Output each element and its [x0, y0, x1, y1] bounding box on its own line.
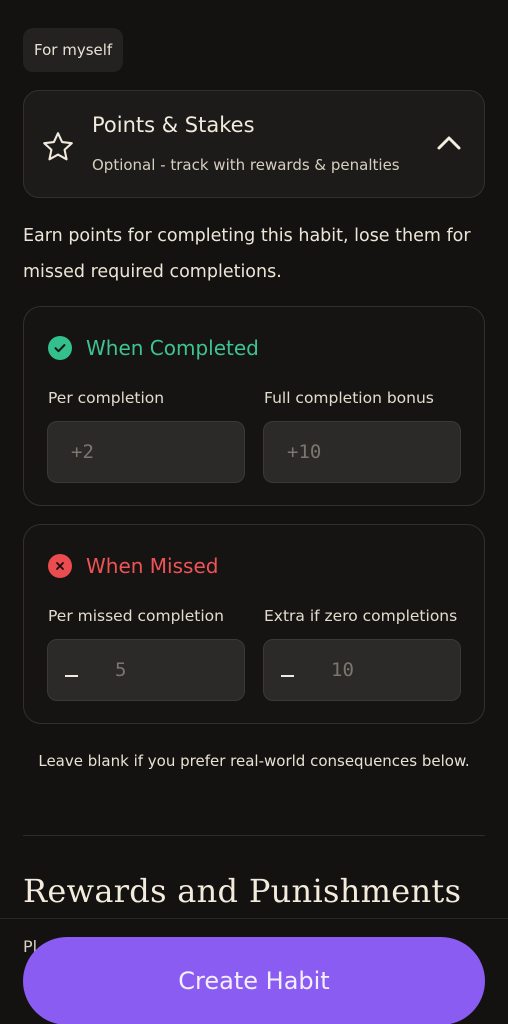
per-missed-completion-label: Per missed completion — [48, 607, 224, 625]
minus-icon — [65, 675, 78, 677]
per-missed-placeholder: 5 — [115, 659, 127, 681]
x-circle-icon — [48, 554, 72, 578]
extra-if-zero-label: Extra if zero completions — [264, 607, 458, 625]
when-completed-card: When Completed Per completion Full compl… — [23, 306, 485, 506]
full-completion-bonus-placeholder: +10 — [287, 441, 322, 463]
per-completion-label: Per completion — [48, 389, 165, 407]
create-habit-button[interactable]: Create Habit — [23, 937, 485, 1024]
minus-icon — [281, 675, 294, 677]
chevron-up-icon[interactable] — [436, 133, 462, 153]
points-stakes-toggle[interactable]: Points & Stakes Optional - track with re… — [23, 90, 485, 198]
rewards-punishments-title: Rewards and Punishments — [23, 872, 462, 910]
stakes-subtitle: Optional - track with rewards & penaltie… — [92, 156, 400, 174]
section-divider — [23, 835, 485, 836]
when-completed-title: When Completed — [86, 336, 259, 360]
blank-note: Leave blank if you prefer real-world con… — [38, 752, 470, 770]
star-icon — [43, 132, 73, 161]
full-completion-bonus-label: Full completion bonus — [264, 389, 434, 407]
per-completion-input[interactable]: +2 — [47, 421, 245, 483]
when-missed-title: When Missed — [86, 554, 219, 578]
extra-if-zero-placeholder: 10 — [331, 659, 354, 681]
when-missed-card: When Missed Per missed completion Extra … — [23, 524, 485, 724]
stakes-title: Points & Stakes — [92, 113, 255, 137]
check-circle-icon — [48, 336, 72, 360]
extra-if-zero-input[interactable]: 10 — [263, 639, 461, 701]
per-completion-placeholder: +2 — [71, 441, 94, 463]
full-completion-bonus-input[interactable]: +10 — [263, 421, 461, 483]
per-missed-completion-input[interactable]: 5 — [47, 639, 245, 701]
for-myself-chip[interactable]: For myself — [23, 28, 124, 72]
stakes-description: Earn points for completing this habit, l… — [23, 226, 471, 282]
